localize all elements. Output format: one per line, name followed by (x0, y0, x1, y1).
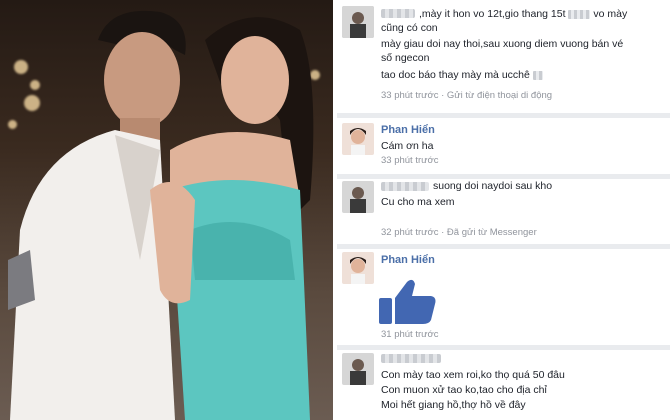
avatar[interactable] (342, 353, 374, 385)
couple-illustration (8, 10, 314, 420)
comment-text-line: Cám ơn ha (381, 140, 434, 152)
comment-text-line: Con muon xử tao ko,tao cho địa chỉ (381, 384, 547, 396)
comment-text-line: tao doc báo thay mày mà ucchê (381, 68, 543, 82)
comment-meta[interactable]: 33 phút trước · Gửi từ điện thoại di độn… (381, 90, 552, 101)
comment: suong doi naydoi sau kho Cu cho ma xem 3… (337, 179, 670, 244)
comment-meta[interactable]: 33 phút trước (381, 155, 438, 166)
avatar[interactable] (342, 181, 374, 213)
comment: ,mày it hon vo 12t,gio thang 15t vo mày … (337, 0, 670, 113)
comments-panel: ,mày it hon vo 12t,gio thang 15t vo mày … (337, 0, 670, 420)
comment-text-line: mày giau doi nay thoi,sau xuong diem vuo… (381, 38, 624, 50)
avatar[interactable] (342, 6, 374, 38)
redacted-author-name[interactable] (381, 9, 415, 18)
comment-text-line: suong doi naydoi sau kho (433, 180, 553, 192)
comment-text-line: Con mày tao xem roi,ko thọ quá 50 đâu (381, 369, 565, 381)
comment-author[interactable]: Phan Hiển (381, 254, 435, 266)
comment-meta[interactable]: 32 phút trước · Đã gửi từ Messenger (381, 227, 537, 238)
comment-text-line: Moi hết giang hồ,thợ hồ về đây (381, 399, 526, 411)
comment: Phan Hiển Cám ơn ha 33 phút trước (337, 118, 670, 174)
couple-photo (0, 0, 333, 420)
redacted-text (568, 9, 591, 19)
redacted-author-name[interactable] (381, 182, 429, 191)
redacted-text (532, 70, 543, 80)
redacted-author-name[interactable] (381, 354, 441, 363)
avatar[interactable] (342, 252, 374, 284)
avatar[interactable] (342, 123, 374, 155)
comment-meta[interactable]: 31 phút trước (381, 329, 438, 340)
comment-text-line: ,mày it hon vo 12t,gio thang 15t vo mày (419, 8, 628, 20)
comment-text-line: số ngecon (381, 52, 430, 64)
thumbs-up-icon (379, 279, 436, 324)
comment-text-line: Cu cho ma xem (381, 196, 455, 208)
comment-author[interactable]: Phan Hiển (381, 124, 435, 136)
comment: Phan Hiển 31 phút trước (337, 249, 670, 345)
comment-text-line: cũng có con (381, 22, 438, 34)
comment: Con mày tao xem roi,ko thọ quá 50 đâu Co… (337, 350, 670, 420)
